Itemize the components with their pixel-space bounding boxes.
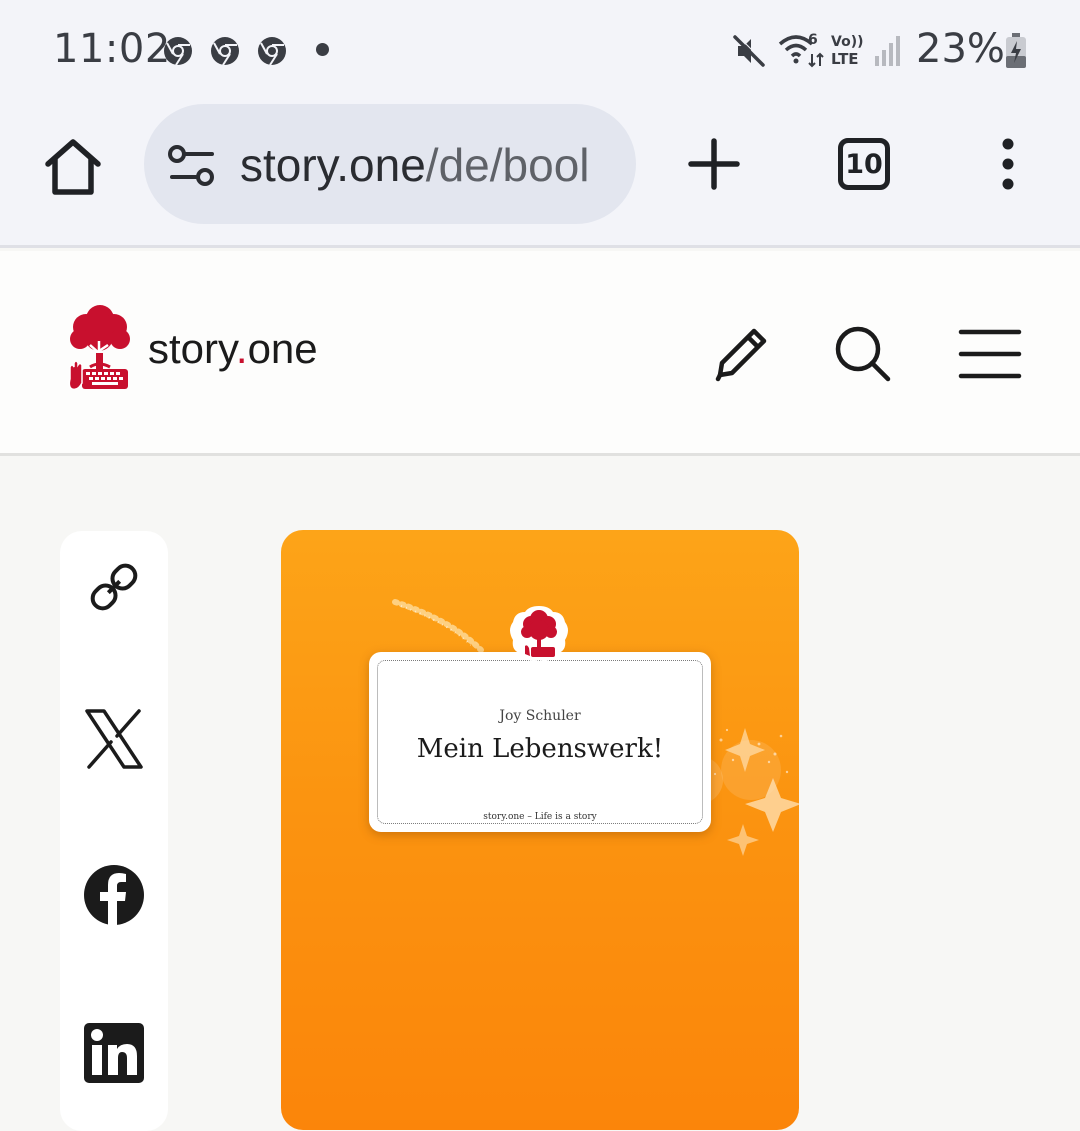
battery-percent: 23% bbox=[916, 26, 1005, 72]
svg-text:LTE: LTE bbox=[831, 50, 859, 68]
battery-charging-icon bbox=[1006, 33, 1026, 68]
more-vert-icon[interactable] bbox=[990, 138, 1026, 190]
signal-icon bbox=[875, 36, 900, 66]
cover-tagline-text: story.one – Life is a story bbox=[479, 812, 601, 822]
site-settings-icon[interactable] bbox=[168, 144, 216, 188]
search-icon[interactable] bbox=[832, 323, 894, 385]
book-author: Joy Schuler bbox=[499, 708, 581, 724]
cover-title-card: Joy Schuler Mein Lebenswerk! story.one –… bbox=[369, 652, 711, 832]
book-cover[interactable]: Joy Schuler Mein Lebenswerk! story.one –… bbox=[281, 530, 799, 1130]
chrome-icon bbox=[211, 37, 239, 66]
svg-text:6: 6 bbox=[808, 32, 818, 48]
status-time: 11:02 bbox=[53, 26, 171, 72]
pencil-icon[interactable] bbox=[710, 323, 772, 385]
site-name[interactable]: story.one bbox=[148, 325, 318, 373]
svg-text:Vo)): Vo)) bbox=[831, 34, 863, 50]
notification-dot bbox=[316, 43, 329, 56]
book-title: Mein Lebenswerk! bbox=[416, 734, 664, 764]
browser-toolbar: story.one/de/bool 10 bbox=[0, 100, 1080, 248]
menu-icon[interactable] bbox=[958, 323, 1022, 385]
chrome-icon bbox=[258, 37, 286, 66]
tab-switcher-button[interactable]: 10 bbox=[838, 138, 890, 190]
url-path: /de/bool bbox=[425, 139, 590, 191]
cover-logo-badge bbox=[510, 606, 568, 662]
x-icon[interactable] bbox=[84, 709, 144, 769]
status-bar: 11:02 6 Vo)) LTE 23% bbox=[0, 0, 1080, 100]
mute-icon bbox=[733, 34, 766, 67]
linkedin-icon[interactable] bbox=[84, 1023, 144, 1083]
wifi-6-icon: 6 bbox=[778, 32, 824, 68]
link-icon[interactable] bbox=[84, 557, 144, 617]
address-bar[interactable]: story.one/de/bool bbox=[144, 104, 636, 224]
story-one-logo[interactable] bbox=[66, 305, 132, 397]
volte-lte-icon: Vo)) LTE bbox=[831, 34, 863, 68]
site-name-part: one bbox=[247, 325, 318, 372]
site-name-dot: . bbox=[235, 325, 248, 372]
tab-count: 10 bbox=[845, 148, 883, 180]
cover-tagline: story.one – Life is a story bbox=[369, 812, 711, 822]
url-text[interactable]: story.one/de/bool bbox=[240, 138, 590, 192]
facebook-icon[interactable] bbox=[84, 865, 144, 925]
new-tab-plus-icon[interactable] bbox=[688, 138, 740, 190]
site-header: story.one bbox=[0, 251, 1080, 456]
home-icon[interactable] bbox=[40, 134, 106, 200]
site-name-part: story bbox=[148, 325, 236, 372]
share-rail bbox=[60, 531, 168, 1131]
chrome-icon bbox=[164, 37, 192, 66]
url-domain: story.one bbox=[240, 139, 426, 191]
